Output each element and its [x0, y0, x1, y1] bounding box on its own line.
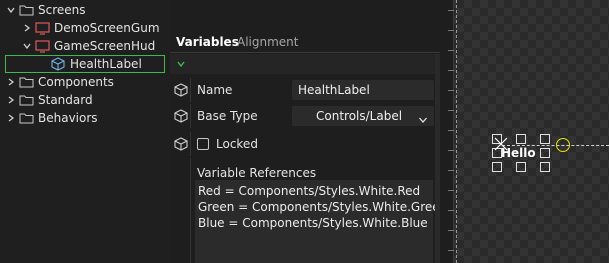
- screen-icon: [34, 37, 50, 55]
- variable-references-textbox[interactable]: Red = Components/Styles.White.Red Green …: [195, 180, 448, 263]
- ruler-tick: [448, 90, 454, 91]
- locked-checkbox[interactable]: [197, 138, 209, 150]
- project-tree: Screens DemoScreenGum GameScreenHud Heal…: [0, 0, 170, 263]
- tree-item-label: Behaviors: [38, 111, 98, 125]
- folder-icon: [18, 1, 34, 19]
- screen-bounds-line: [456, 0, 457, 263]
- ruler-tick: [448, 210, 454, 211]
- ruler-tick: [448, 150, 454, 151]
- base-type-label: Base Type: [197, 109, 258, 123]
- folder-icon: [18, 73, 34, 91]
- resize-handle-right[interactable]: [540, 148, 550, 158]
- folder-icon: [18, 109, 34, 127]
- tree-item-standard[interactable]: Standard: [6, 91, 93, 109]
- properties-panel: Variables Alignment Name HealthLabel Bas…: [170, 0, 448, 263]
- property-row-locked: Locked: [170, 132, 440, 156]
- chevron-down-icon[interactable]: [22, 37, 32, 55]
- properties-tabbar: Variables Alignment: [170, 31, 440, 53]
- tree-item-label: GameScreenHud: [54, 39, 156, 53]
- resize-handle-bottom-left[interactable]: [492, 162, 502, 172]
- divider: [190, 132, 191, 156]
- ruler-tick: [448, 10, 454, 11]
- tree-item-label: DemoScreenGum: [54, 21, 160, 35]
- locked-label: Locked: [216, 137, 258, 151]
- base-type-value: Controls/Label: [316, 109, 403, 123]
- editor-canvas[interactable]: Hello: [440, 0, 609, 263]
- property-row-name: Name HealthLabel: [170, 78, 440, 102]
- ruler-tick: [448, 110, 454, 111]
- instance-cube-icon: [173, 136, 189, 152]
- ruler-tick: [448, 250, 454, 251]
- variable-reference-line: Green = Components/Styles.White.Green: [198, 200, 448, 214]
- tree-item-behaviors[interactable]: Behaviors: [6, 109, 98, 127]
- tree-item-healthlabel[interactable]: HealthLabel: [5, 55, 165, 73]
- divider: [190, 158, 191, 263]
- chevron-down-icon[interactable]: [176, 55, 186, 73]
- name-label: Name: [197, 83, 233, 97]
- tree-item-label: Standard: [38, 93, 93, 107]
- ruler-tick: [448, 50, 454, 51]
- chevron-right-icon[interactable]: [6, 109, 16, 127]
- ruler-tick: [448, 190, 454, 191]
- variable-reference-line: Red = Components/Styles.White.Red: [198, 184, 421, 198]
- name-field[interactable]: HealthLabel: [292, 80, 434, 100]
- resize-handle-top[interactable]: [516, 134, 526, 144]
- tree-item-gamescreenhud[interactable]: GameScreenHud: [22, 37, 155, 55]
- chevron-down-icon[interactable]: [418, 111, 428, 131]
- screen-icon: [34, 19, 50, 37]
- ruler-tick: [448, 230, 454, 231]
- label-preview-text[interactable]: Hello: [501, 146, 536, 160]
- ruler-tick: [448, 170, 454, 171]
- vertical-ruler: [440, 0, 454, 263]
- tree-item-screens[interactable]: Screens: [6, 1, 86, 19]
- folder-icon: [18, 91, 34, 109]
- chevron-right-icon[interactable]: [6, 91, 16, 109]
- property-row-base-type: Base Type Controls/Label: [170, 104, 440, 128]
- resize-handle-top-right[interactable]: [540, 134, 550, 144]
- category-header[interactable]: [170, 54, 440, 74]
- resize-handle-bottom[interactable]: [516, 162, 526, 172]
- tree-item-demoscreengum[interactable]: DemoScreenGum: [22, 19, 160, 37]
- instance-cube-icon: [173, 108, 189, 124]
- variable-references-section: Variable References Red = Components/Sty…: [170, 158, 448, 263]
- chevron-down-icon[interactable]: [6, 1, 16, 19]
- divider: [190, 78, 191, 102]
- tree-item-label: HealthLabel: [70, 57, 142, 71]
- ruler-tick: [448, 30, 454, 31]
- divider: [190, 104, 191, 128]
- tab-alignment[interactable]: Alignment: [233, 31, 302, 53]
- chevron-right-icon[interactable]: [22, 19, 32, 37]
- tree-item-label: Components: [38, 75, 114, 89]
- resize-handle-bottom-right[interactable]: [540, 162, 550, 172]
- variable-reference-line: Blue = Components/Styles.White.Blue: [198, 216, 428, 230]
- variable-references-label: Variable References: [197, 166, 317, 180]
- instance-cube-icon: [173, 82, 189, 98]
- ruler-tick: [448, 130, 454, 131]
- tree-item-label: Screens: [38, 3, 86, 17]
- instance-cube-icon: [50, 55, 66, 73]
- rotation-handle[interactable]: [556, 138, 570, 152]
- tree-item-components[interactable]: Components: [6, 73, 114, 91]
- base-type-dropdown[interactable]: Controls/Label: [292, 106, 434, 126]
- ruler-tick: [448, 70, 454, 71]
- chevron-right-icon[interactable]: [6, 73, 16, 91]
